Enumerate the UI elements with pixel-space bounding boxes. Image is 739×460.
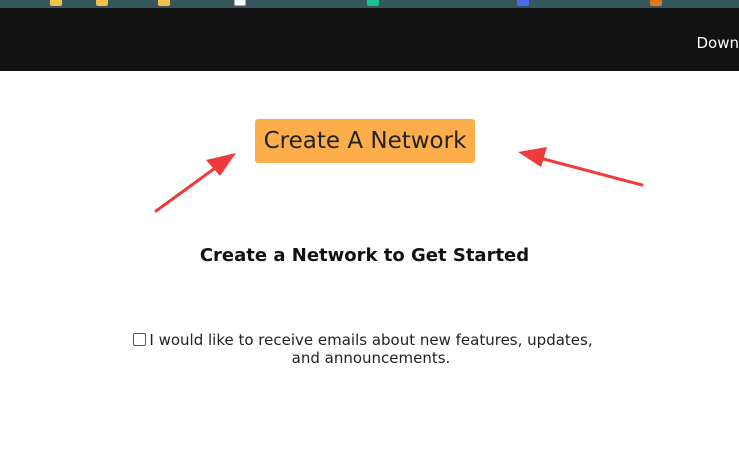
folder-icon bbox=[158, 0, 170, 7]
green-app-icon bbox=[367, 0, 379, 7]
email-consent-text: I would like to receive emails about new… bbox=[149, 331, 593, 367]
orange-app-icon bbox=[650, 0, 662, 7]
page-heading: Create a Network to Get Started bbox=[199, 245, 530, 266]
folder-icon bbox=[96, 0, 108, 7]
right-arrow-annotation bbox=[518, 147, 644, 187]
bookmarks-bar bbox=[0, 0, 739, 8]
bookmark-item[interactable] bbox=[517, 0, 532, 7]
folder-icon bbox=[50, 0, 62, 7]
blue-app-icon bbox=[517, 0, 529, 7]
left-arrow-annotation bbox=[154, 153, 236, 213]
email-consent-label[interactable]: I would like to receive emails about new… bbox=[133, 331, 603, 367]
bookmark-item[interactable] bbox=[367, 0, 382, 7]
bookmark-item[interactable] bbox=[650, 0, 665, 7]
bookmark-item[interactable] bbox=[50, 0, 65, 7]
nav-download-link[interactable]: Down bbox=[696, 34, 739, 52]
page-icon bbox=[234, 0, 246, 7]
bookmark-item[interactable] bbox=[96, 0, 111, 7]
bookmark-item[interactable] bbox=[234, 0, 249, 7]
top-navbar: Down bbox=[0, 8, 739, 71]
create-network-button[interactable]: Create A Network bbox=[255, 119, 475, 163]
bookmark-item[interactable] bbox=[158, 0, 173, 7]
